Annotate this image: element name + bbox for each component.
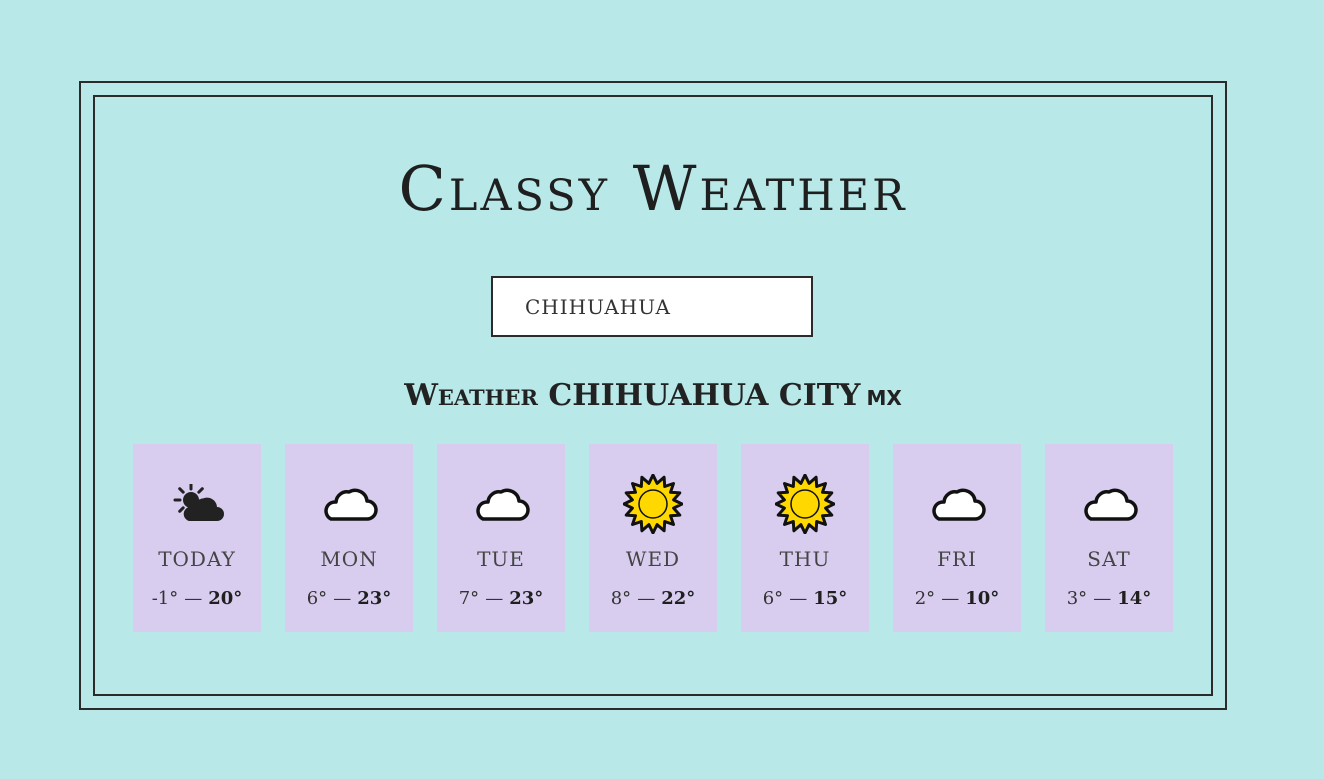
- search-input[interactable]: [491, 276, 813, 337]
- temp-separator: —: [1093, 588, 1112, 609]
- day-name: TODAY: [158, 547, 236, 571]
- day-temps: 2° —10°: [893, 588, 1021, 609]
- day-temps: 8° —22°: [589, 588, 717, 609]
- day-card: TODAY -1° —20°: [133, 444, 261, 632]
- day-name: FRI: [937, 547, 977, 571]
- day-name: WED: [625, 547, 681, 571]
- day-temps: 6° —15°: [741, 588, 869, 609]
- max-temp: 23°: [357, 588, 392, 609]
- min-temp: 8°: [610, 588, 632, 609]
- partly-cloudy-icon: [133, 472, 261, 536]
- max-temp: 22°: [661, 588, 696, 609]
- cloud-icon: [1045, 472, 1173, 536]
- sun-icon: [589, 472, 717, 536]
- max-temp: 10°: [965, 588, 1000, 609]
- day-card: TUE 7° —23°: [437, 444, 565, 632]
- max-temp: 23°: [509, 588, 544, 609]
- cloud-icon: [285, 472, 413, 536]
- day-card: FRI 2° —10°: [893, 444, 1021, 632]
- max-temp: 14°: [1117, 588, 1152, 609]
- day-card: WED 8° —22°: [589, 444, 717, 632]
- temp-separator: —: [637, 588, 656, 609]
- temp-separator: —: [789, 588, 808, 609]
- location-heading: Weather CHIHUAHUA CITY MX: [0, 378, 1306, 413]
- cloud-icon: [893, 472, 1021, 536]
- temp-separator: —: [333, 588, 352, 609]
- day-name: MON: [320, 547, 378, 571]
- location-name: Weather CHIHUAHUA CITY: [404, 378, 861, 413]
- day-name: SAT: [1087, 547, 1131, 571]
- day-name: THU: [779, 547, 831, 571]
- sun-icon: [741, 472, 869, 536]
- max-temp: 15°: [813, 588, 848, 609]
- day-card: THU 6° —15°: [741, 444, 869, 632]
- day-name: TUE: [477, 547, 525, 571]
- min-temp: 6°: [306, 588, 328, 609]
- temp-separator: —: [941, 588, 960, 609]
- forecast-list: TODAY -1° —20° MON 6° —23° TUE 7° —23° WED …: [133, 444, 1173, 632]
- day-temps: -1° —20°: [133, 588, 261, 609]
- day-card: MON 6° —23°: [285, 444, 413, 632]
- temp-separator: —: [485, 588, 504, 609]
- temp-separator: —: [184, 588, 203, 609]
- day-card: SAT 3° —14°: [1045, 444, 1173, 632]
- app-title: Classy Weather: [398, 152, 908, 225]
- min-temp: 3°: [1066, 588, 1088, 609]
- day-temps: 7° —23°: [437, 588, 565, 609]
- min-temp: 2°: [914, 588, 936, 609]
- min-temp: -1°: [151, 588, 179, 609]
- min-temp: 6°: [762, 588, 784, 609]
- max-temp: 20°: [208, 588, 243, 609]
- day-temps: 6° —23°: [285, 588, 413, 609]
- min-temp: 7°: [458, 588, 480, 609]
- country-code: MX: [866, 386, 902, 410]
- day-temps: 3° —14°: [1045, 588, 1173, 609]
- cloud-icon: [437, 472, 565, 536]
